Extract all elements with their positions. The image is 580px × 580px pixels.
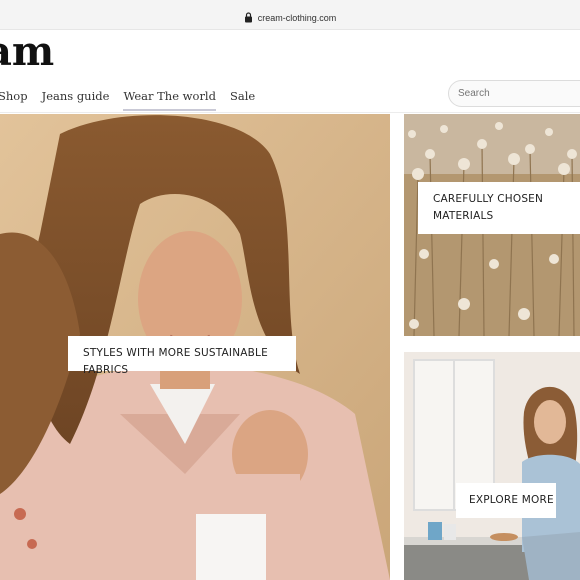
materials-caption-button[interactable]: CAREFULLY CHOSEN MATERIALS: [418, 182, 580, 234]
nav-item-sale[interactable]: Sale: [230, 89, 255, 111]
nav-item-wear-the-world[interactable]: Wear The world: [123, 89, 216, 111]
explore-image-tile[interactable]: [404, 352, 580, 580]
browser-address-bar: cream-clothing.com: [0, 0, 580, 30]
main-nav: Shop Jeans guide Wear The world Sale: [0, 89, 269, 111]
hero-caption-button[interactable]: STYLES WITH MORE SUSTAINABLE FABRICS: [68, 336, 296, 376]
lock-icon: [244, 12, 252, 23]
materials-caption-line2: MATERIALS: [433, 210, 494, 222]
search-input[interactable]: [448, 80, 580, 107]
header-divider: [0, 112, 580, 113]
url-display[interactable]: cream-clothing.com: [244, 12, 337, 23]
url-text: cream-clothing.com: [257, 12, 337, 23]
nav-item-jeans-guide[interactable]: Jeans guide: [42, 89, 110, 111]
explore-more-button[interactable]: EXPLORE MORE: [456, 483, 556, 518]
nav-item-shop[interactable]: Shop: [0, 89, 28, 111]
site-logo[interactable]: am: [0, 28, 54, 75]
materials-caption-line1: CAREFULLY CHOSEN: [433, 193, 544, 205]
kitchen-photo: [404, 352, 580, 580]
